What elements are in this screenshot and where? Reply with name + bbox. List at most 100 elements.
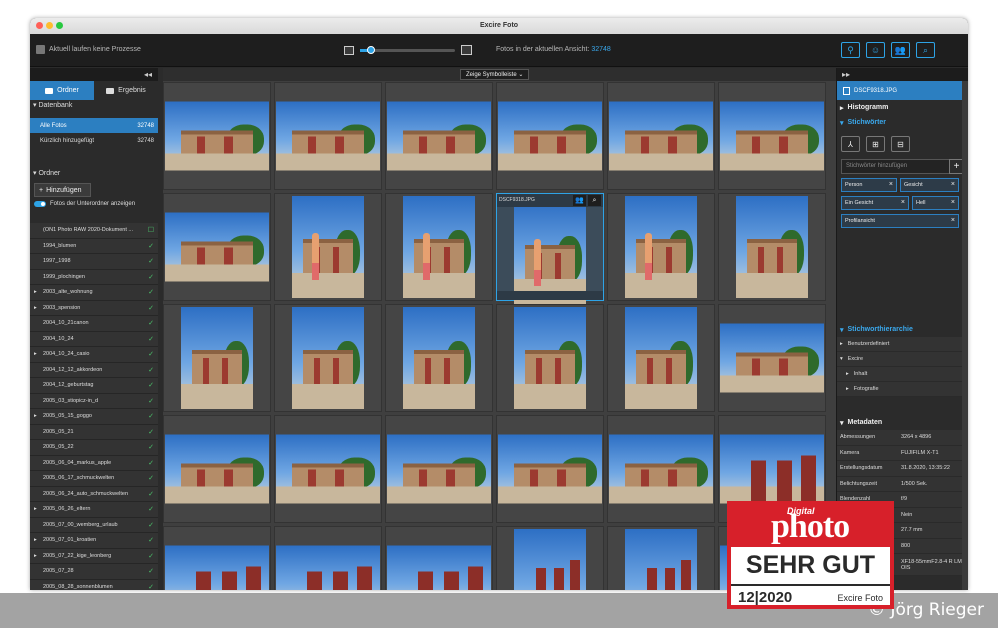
database-section-header[interactable]: ▾ Datenbank bbox=[30, 100, 158, 112]
keyword-tag[interactable]: Ein Gesicht × bbox=[841, 196, 909, 210]
folder-row[interactable]: 1994_blumen ✓ bbox=[30, 238, 158, 254]
expand-arrow-icon[interactable] bbox=[34, 522, 40, 528]
remove-tag-icon[interactable]: × bbox=[951, 215, 955, 227]
thumbnail[interactable] bbox=[163, 193, 271, 301]
checkmark-icon[interactable]: ✓ bbox=[148, 350, 154, 358]
expand-arrow-icon[interactable] bbox=[34, 460, 40, 466]
expand-arrow-icon[interactable]: ▸ bbox=[34, 506, 40, 512]
checkmark-icon[interactable]: ✓ bbox=[148, 428, 154, 436]
folder-row[interactable]: ▸ 2005_07_01_kroatien ✓ bbox=[30, 533, 158, 549]
thumbnail[interactable] bbox=[607, 526, 715, 590]
expand-arrow-icon[interactable]: ▾ bbox=[840, 356, 843, 362]
folder-row[interactable]: (ON1 Photo RAW 2020-Dokument ... ☐ bbox=[30, 223, 158, 239]
keywords-section-header[interactable]: ▾ Stichwörter bbox=[837, 115, 968, 130]
checkmark-icon[interactable]: ✓ bbox=[148, 412, 154, 420]
thumbnail[interactable] bbox=[607, 82, 715, 190]
thumbnail[interactable] bbox=[385, 82, 493, 190]
checkmark-icon[interactable]: ✓ bbox=[148, 273, 154, 281]
checkmark-icon[interactable]: ✓ bbox=[148, 583, 154, 590]
large-thumbnail-icon[interactable] bbox=[461, 45, 472, 55]
expand-arrow-icon[interactable]: ▸ bbox=[34, 553, 40, 559]
expand-arrow-icon[interactable]: ▸ bbox=[34, 537, 40, 543]
checkmark-icon[interactable]: ✓ bbox=[148, 335, 154, 343]
expand-arrow-icon[interactable] bbox=[34, 367, 40, 373]
hierarchy-section-header[interactable]: ▾ Stichworthierarchie bbox=[837, 322, 968, 337]
keyword-input[interactable]: Stichwörter hinzufügen + bbox=[841, 159, 964, 174]
thumbnail[interactable] bbox=[496, 526, 604, 590]
keyword-tag[interactable]: Gesicht × bbox=[900, 178, 959, 192]
magnify-search-button[interactable]: ⌕ bbox=[916, 42, 935, 58]
expand-arrow-icon[interactable]: ▸ bbox=[846, 371, 849, 377]
thumbnail[interactable] bbox=[274, 82, 382, 190]
db-row-all-photos[interactable]: Alle Fotos 32748 bbox=[30, 118, 158, 133]
checkmark-icon[interactable]: ☐ bbox=[148, 226, 154, 234]
checkmark-icon[interactable]: ✓ bbox=[148, 536, 154, 544]
people-icon[interactable]: 👥 bbox=[573, 195, 586, 206]
checkmark-icon[interactable]: ✓ bbox=[148, 381, 154, 389]
thumbnail[interactable] bbox=[163, 415, 271, 523]
subfolder-toggle-switch[interactable] bbox=[34, 201, 46, 207]
expand-arrow-icon[interactable] bbox=[34, 227, 40, 233]
remove-tag-icon[interactable]: × bbox=[889, 179, 893, 191]
folder-row[interactable]: 2004_12_12_akkordeon ✓ bbox=[30, 362, 158, 378]
zoom-window-button[interactable] bbox=[56, 22, 63, 29]
folder-row[interactable]: ▸ 2005_06_26_eltern ✓ bbox=[30, 502, 158, 518]
folder-row[interactable]: 2005_06_24_auto_schmuckwelten ✓ bbox=[30, 486, 158, 502]
thumbnail[interactable] bbox=[385, 526, 493, 590]
tab-ergebnis[interactable]: Ergebnis bbox=[94, 81, 158, 100]
checkmark-icon[interactable]: ✓ bbox=[148, 459, 154, 467]
expand-arrow-icon[interactable] bbox=[34, 336, 40, 342]
folder-row[interactable]: 2005_03_stiopicz-in_d ✓ bbox=[30, 393, 158, 409]
thumbnail[interactable] bbox=[496, 304, 604, 412]
checkmark-icon[interactable]: ✓ bbox=[148, 242, 154, 250]
keyword-tag[interactable]: Person × bbox=[841, 178, 897, 192]
expand-arrow-icon[interactable] bbox=[34, 568, 40, 574]
checkmark-icon[interactable]: ✓ bbox=[148, 304, 154, 312]
collapse-left-panel-button[interactable]: ◂◂ bbox=[30, 68, 158, 81]
folder-row[interactable]: 1999_plochingen ✓ bbox=[30, 269, 158, 285]
folder-row[interactable]: ▸ 2004_10_24_casio ✓ bbox=[30, 347, 158, 363]
thumbnail[interactable] bbox=[607, 304, 715, 412]
expand-arrow-icon[interactable] bbox=[34, 243, 40, 249]
hierarchy-row[interactable]: ▸ Inhalt bbox=[837, 367, 968, 382]
folder-row[interactable]: 1997_1998 ✓ bbox=[30, 254, 158, 270]
keyword-remove-box-button[interactable]: ⊟ bbox=[891, 136, 910, 152]
thumbnail[interactable] bbox=[163, 526, 271, 590]
people-search-button[interactable]: 👥 bbox=[891, 42, 910, 58]
minimize-window-button[interactable] bbox=[46, 22, 53, 29]
checkmark-icon[interactable]: ✓ bbox=[148, 490, 154, 498]
thumbnail[interactable] bbox=[163, 304, 271, 412]
expand-arrow-icon[interactable] bbox=[34, 444, 40, 450]
slider-knob[interactable] bbox=[367, 45, 376, 54]
expand-arrow-icon[interactable]: ▸ bbox=[840, 341, 843, 347]
thumbnail[interactable] bbox=[496, 82, 604, 190]
thumbnail[interactable] bbox=[274, 193, 382, 301]
expand-arrow-icon[interactable]: ▸ bbox=[34, 289, 40, 295]
thumbnail[interactable] bbox=[718, 82, 826, 190]
checkmark-icon[interactable]: ✓ bbox=[148, 474, 154, 482]
keyword-tag[interactable]: Profilansicht × bbox=[841, 214, 959, 228]
folder-row[interactable]: ▸ 2005_05_15_goggo ✓ bbox=[30, 409, 158, 425]
thumbnail-size-slider[interactable] bbox=[360, 45, 455, 54]
metadata-section-header[interactable]: ▾ Metadaten bbox=[837, 415, 968, 430]
folder-row[interactable]: ▸ 2005_07_22_kige_leonberg ✓ bbox=[30, 548, 158, 564]
expand-right-panel-button[interactable]: ▸▸ bbox=[837, 68, 968, 81]
folder-row[interactable]: ▸ 2003_spension ✓ bbox=[30, 300, 158, 316]
thumbnail[interactable] bbox=[274, 304, 382, 412]
thumbnail[interactable] bbox=[385, 193, 493, 301]
expand-arrow-icon[interactable] bbox=[34, 274, 40, 280]
histogram-section-header[interactable]: ▸ Histogramm bbox=[837, 100, 968, 115]
keyword-add-box-button[interactable]: ⊞ bbox=[866, 136, 885, 152]
keyword-person-button[interactable]: ⅄ bbox=[841, 136, 860, 152]
folder-section-header[interactable]: ▾ Ordner bbox=[30, 168, 158, 180]
remove-tag-icon[interactable]: × bbox=[951, 197, 955, 209]
folder-row[interactable]: 2005_05_22 ✓ bbox=[30, 440, 158, 456]
thumbnail[interactable] bbox=[607, 193, 715, 301]
expand-arrow-icon[interactable] bbox=[34, 382, 40, 388]
checkmark-icon[interactable]: ✓ bbox=[148, 443, 154, 451]
db-row-recent[interactable]: Kürzlich hinzugefügt 32748 bbox=[30, 133, 158, 149]
remove-tag-icon[interactable]: × bbox=[901, 197, 905, 209]
small-thumbnail-icon[interactable] bbox=[344, 45, 354, 55]
tab-ordner[interactable]: Ordner bbox=[30, 81, 94, 100]
hierarchy-row[interactable]: ▸ Benutzerdefiniert bbox=[837, 337, 968, 352]
